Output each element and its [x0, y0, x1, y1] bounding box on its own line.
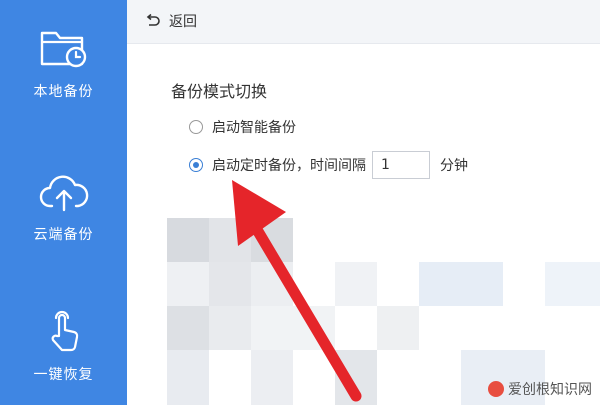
back-button[interactable]: 返回: [145, 9, 197, 33]
top-toolbar: 返回: [127, 0, 600, 44]
folder-clock-icon: [40, 31, 86, 68]
sidebar-item-one-click-restore[interactable]: 一键恢复: [0, 290, 127, 400]
cloud-upload-icon: [39, 175, 88, 212]
watermark: 爱创根知识网: [488, 379, 592, 399]
blurred-content: [167, 218, 600, 405]
sidebar-item-cloud-backup[interactable]: 云端备份: [0, 152, 127, 262]
watermark-text: 爱创根知识网: [508, 382, 592, 398]
interval-input[interactable]: [372, 151, 430, 179]
interval-unit-label: 分钟: [440, 158, 468, 174]
option-smart-label: 启动智能备份: [212, 120, 296, 136]
option-smart-backup[interactable]: 启动智能备份: [189, 117, 296, 137]
sidebar-item-local-backup[interactable]: 本地备份: [0, 8, 127, 118]
main-panel: 返回 备份模式切换 启动智能备份 启动定时备份，时间间隔 分钟: [127, 0, 600, 405]
sidebar-item-label: 本地备份: [33, 84, 94, 100]
radio-smart-backup[interactable]: [189, 120, 203, 134]
section-title: 备份模式切换: [171, 82, 268, 101]
sidebar: 本地备份 云端备份 一键恢复: [0, 0, 127, 405]
undo-arrow-icon: [146, 13, 160, 26]
radio-timed-backup[interactable]: [189, 158, 203, 172]
option-timed-label: 启动定时备份，时间间隔: [212, 158, 366, 174]
option-timed-backup[interactable]: 启动定时备份，时间间隔 分钟: [189, 150, 468, 180]
sidebar-item-label: 一键恢复: [33, 367, 94, 383]
tap-hand-icon: [51, 310, 78, 352]
sidebar-item-label: 云端备份: [33, 227, 94, 243]
back-label: 返回: [169, 14, 197, 30]
watermark-logo-icon: [488, 381, 504, 397]
